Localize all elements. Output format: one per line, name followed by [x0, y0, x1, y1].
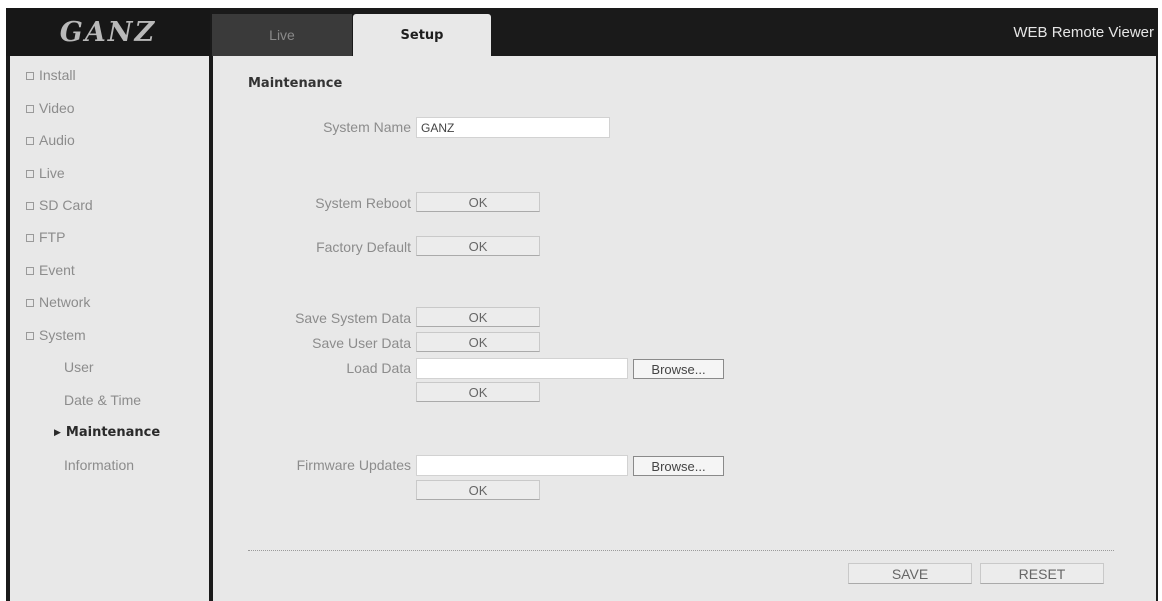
sidebar-subitem-information[interactable]: Information — [64, 457, 134, 473]
ganz-logo: GANZ — [6, 8, 210, 56]
sidebar-item-label: Event — [39, 262, 75, 278]
expand-icon — [26, 170, 34, 178]
expand-icon — [26, 332, 34, 340]
expand-icon — [26, 72, 34, 80]
sidebar-item-network[interactable]: Network — [26, 294, 90, 310]
app-title: WEB Remote Viewer — [1013, 24, 1154, 41]
sidebar-item-label: Network — [39, 294, 91, 310]
button-label: OK — [468, 194, 488, 210]
sidebar-subitem-user[interactable]: User — [64, 359, 94, 375]
button-label: Browse... — [651, 361, 706, 377]
firmware-updates-label: Firmware Updates — [296, 457, 411, 473]
sidebar-item-audio[interactable]: Audio — [26, 132, 75, 148]
sidebar-item-sd-card[interactable]: SD Card — [26, 197, 93, 213]
load-data-browse-button[interactable]: Browse... — [633, 359, 724, 379]
system-reboot-label: System Reboot — [315, 195, 411, 211]
tab-setup-label: Setup — [400, 27, 444, 43]
sidebar-subitem-date-time[interactable]: Date & Time — [64, 392, 141, 408]
factory-default-label: Factory Default — [316, 239, 411, 255]
sidebar-item-label: Live — [39, 165, 65, 181]
sidebar-item-ftp[interactable]: FTP — [26, 229, 65, 245]
reset-button[interactable]: RESET — [980, 563, 1104, 584]
firmware-ok-button[interactable]: OK — [416, 480, 540, 500]
save-system-data-ok-button[interactable]: OK — [416, 307, 540, 327]
button-label: OK — [468, 384, 488, 400]
save-button[interactable]: SAVE — [848, 563, 972, 584]
sidebar-subitem-label: User — [64, 359, 94, 375]
sidebar-subitem-label: Date & Time — [64, 392, 142, 408]
system-reboot-ok-button[interactable]: OK — [416, 192, 540, 212]
sidebar-item-label: FTP — [39, 229, 66, 245]
expand-icon — [26, 105, 34, 113]
save-system-data-label: Save System Data — [295, 310, 411, 326]
button-label: Browse... — [651, 458, 706, 474]
divider — [248, 550, 1114, 551]
save-user-data-ok-button[interactable]: OK — [416, 332, 540, 352]
system-name-label: System Name — [323, 119, 411, 135]
sidebar-subitem-label: Maintenance — [65, 425, 161, 440]
load-data-ok-button[interactable]: OK — [416, 382, 540, 402]
factory-default-ok-button[interactable]: OK — [416, 236, 540, 256]
sidebar: Install Video Audio Live SD Card FTP Eve… — [10, 56, 209, 601]
expand-icon — [26, 137, 34, 145]
button-label: OK — [468, 482, 488, 498]
button-label: RESET — [1018, 565, 1066, 582]
sidebar-item-system[interactable]: System — [26, 327, 86, 343]
tab-setup[interactable]: Setup — [353, 14, 491, 56]
page-title: Maintenance — [248, 76, 343, 91]
expand-icon — [26, 234, 34, 242]
sidebar-item-label: Audio — [39, 132, 75, 148]
load-data-file-input[interactable] — [416, 358, 628, 379]
firmware-file-input[interactable] — [416, 455, 628, 476]
sidebar-item-video[interactable]: Video — [26, 100, 75, 116]
button-label: OK — [468, 334, 488, 350]
tab-live-label: Live — [269, 27, 295, 43]
sidebar-item-label: System — [39, 327, 86, 343]
main-panel: Maintenance System Name System Reboot OK… — [213, 56, 1156, 601]
sidebar-subitem-maintenance[interactable]: ▶ Maintenance — [54, 425, 160, 440]
sidebar-item-install[interactable]: Install — [26, 67, 76, 83]
tab-live[interactable]: Live — [212, 14, 352, 56]
firmware-browse-button[interactable]: Browse... — [633, 456, 724, 476]
sidebar-subitem-label: Information — [64, 457, 135, 473]
expand-icon — [26, 267, 34, 275]
button-label: SAVE — [891, 565, 929, 582]
logo-text: GANZ — [59, 16, 157, 48]
sidebar-item-label: Install — [39, 67, 76, 83]
system-name-input[interactable] — [416, 117, 610, 138]
sidebar-item-event[interactable]: Event — [26, 262, 75, 278]
sidebar-item-label: Video — [39, 100, 75, 116]
button-label: OK — [468, 238, 488, 254]
arrow-right-icon: ▶ — [54, 428, 61, 438]
button-label: OK — [468, 309, 488, 325]
save-user-data-label: Save User Data — [312, 335, 411, 351]
expand-icon — [26, 299, 34, 307]
sidebar-item-live[interactable]: Live — [26, 165, 65, 181]
expand-icon — [26, 202, 34, 210]
sidebar-item-label: SD Card — [39, 197, 93, 213]
load-data-label: Load Data — [346, 360, 411, 376]
